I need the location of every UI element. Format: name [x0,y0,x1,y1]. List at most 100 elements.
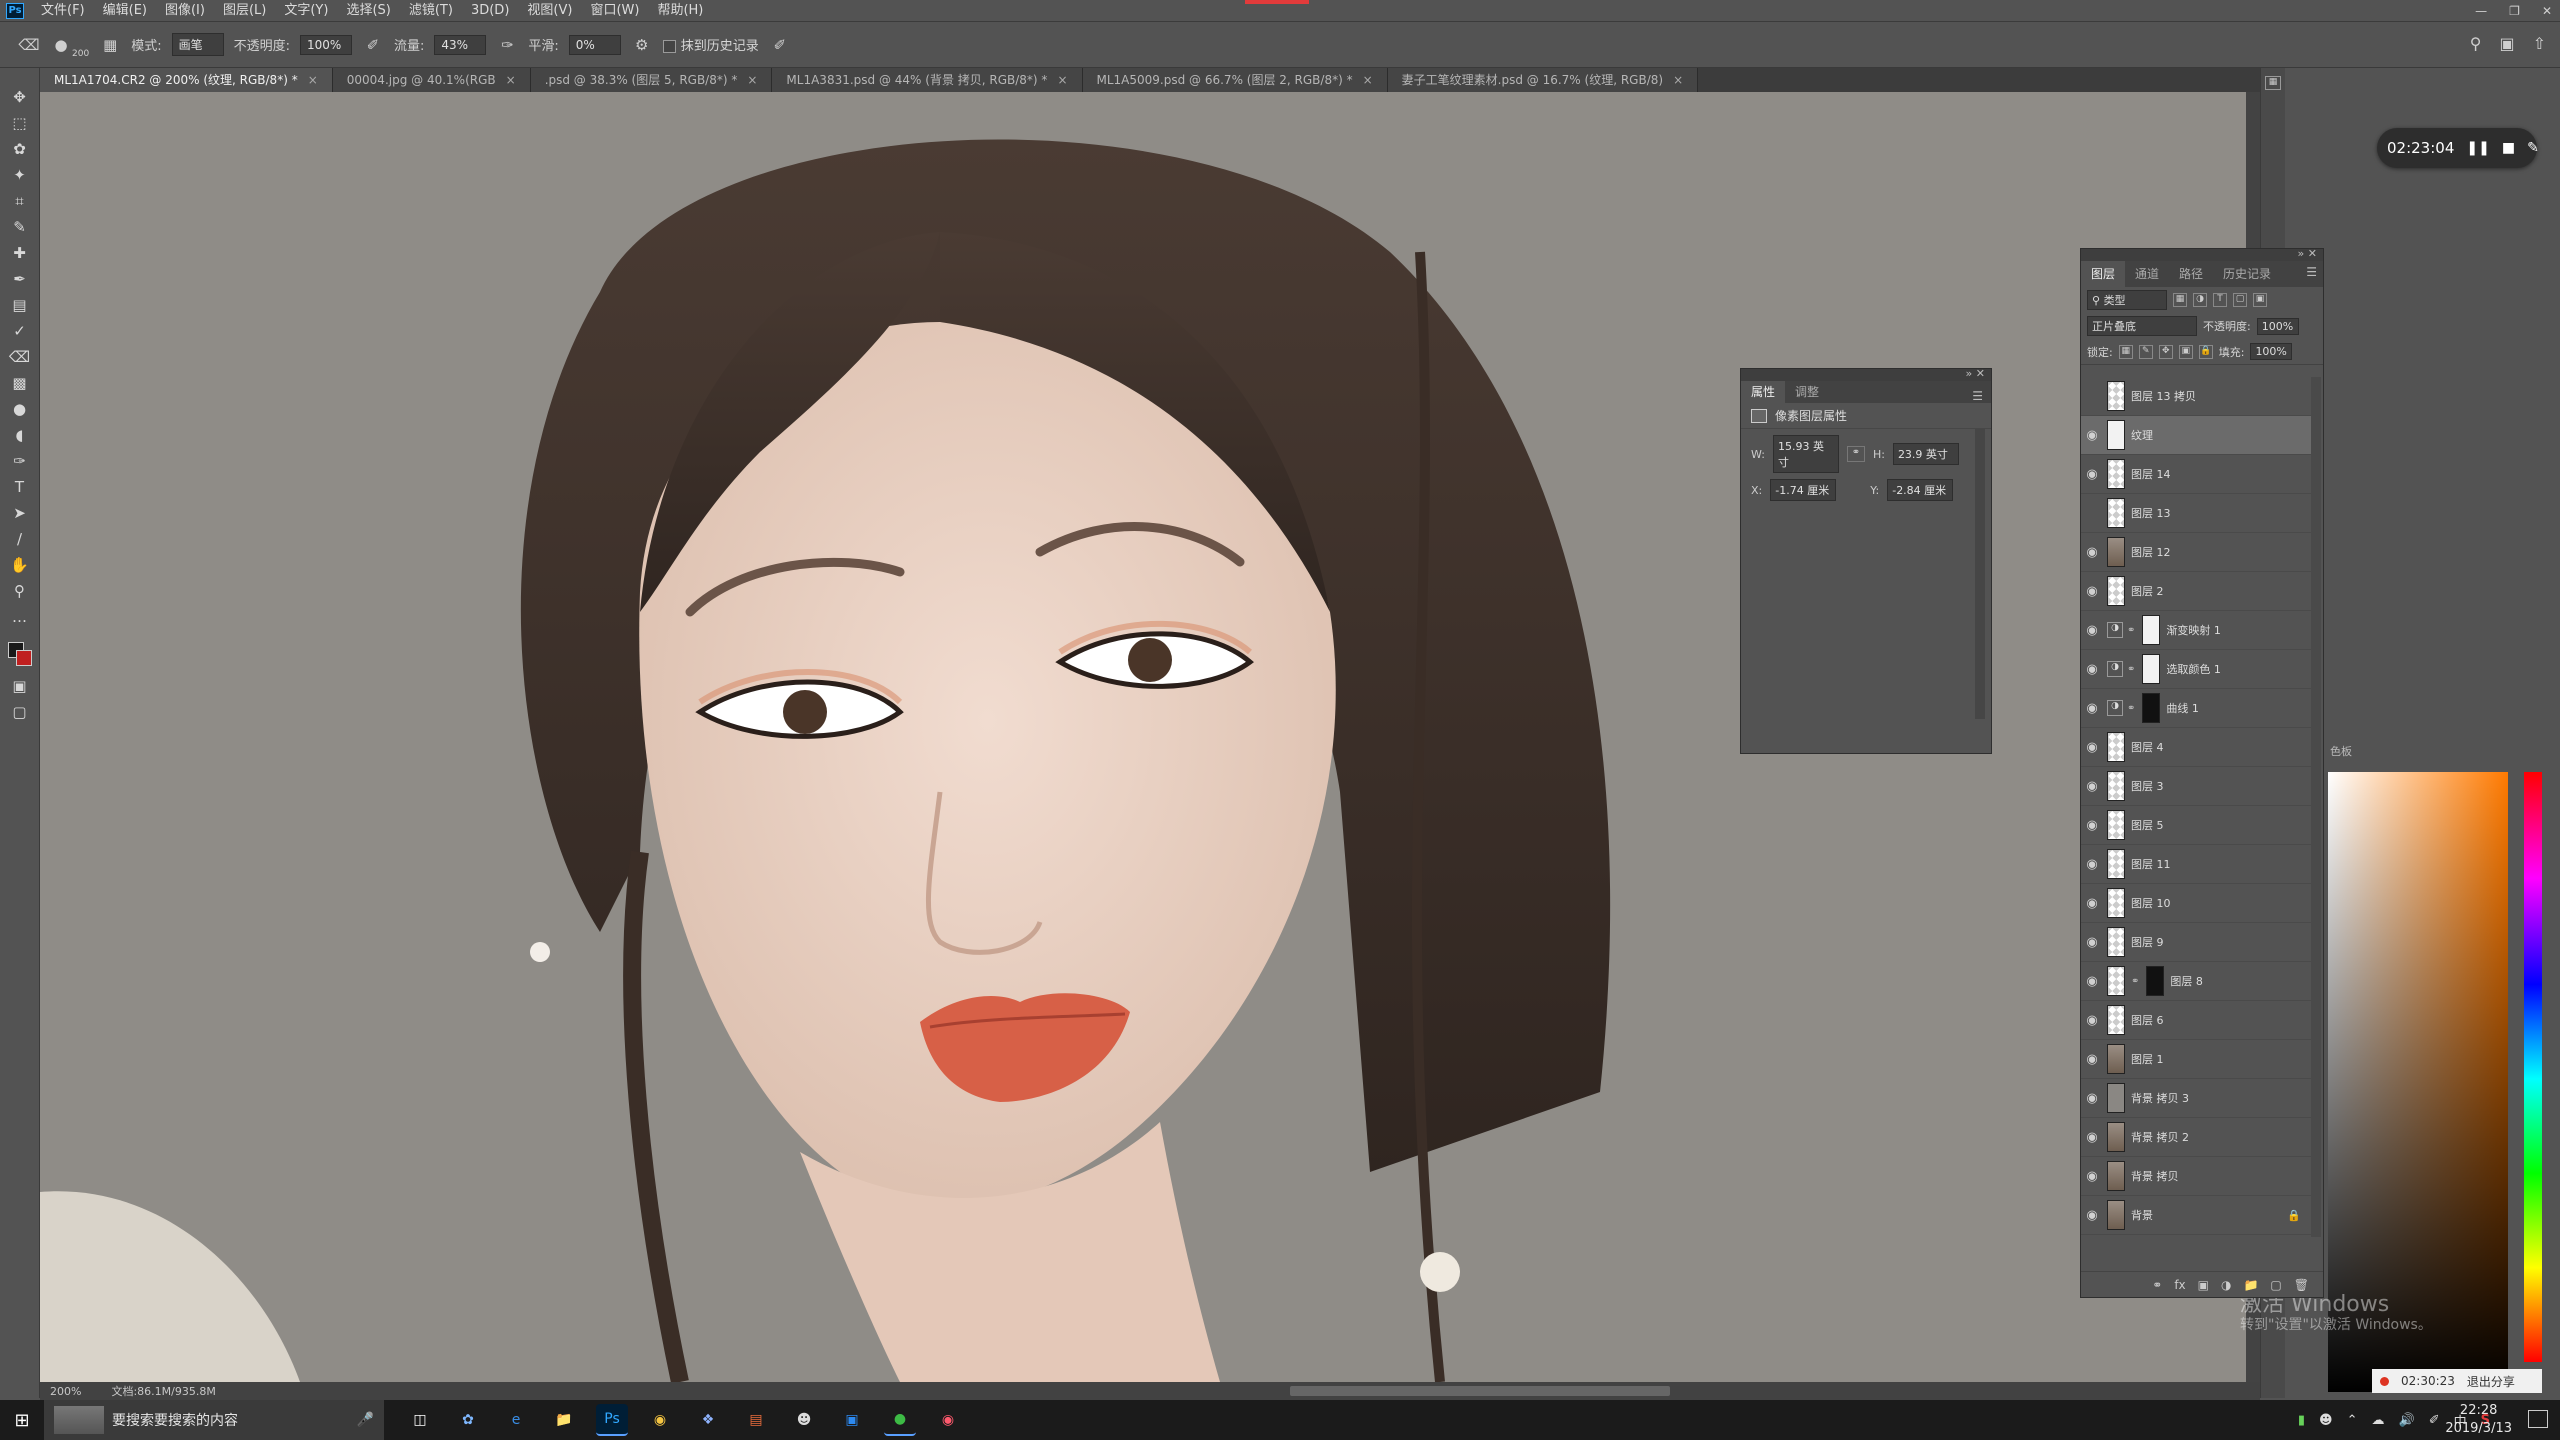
filter-pixel-icon[interactable]: ▦ [2173,293,2187,307]
blur-tool-icon[interactable]: ● [7,400,33,418]
layers-scrollbar[interactable] [2311,377,2321,1237]
opacity-input[interactable]: 100% [299,34,352,55]
mail-app-icon[interactable]: ❖ [692,1404,724,1436]
office-app-icon[interactable]: ▤ [740,1404,772,1436]
restore-icon[interactable]: ❐ [2509,4,2520,18]
tray-expand-icon[interactable]: ⌃ [2347,1413,2358,1428]
panel-close-icon[interactable]: » ✕ [1966,367,1985,380]
layer-row[interactable]: ◉ 图层 1 [2081,1040,2311,1079]
layer-row[interactable]: ◉ 纹理 [2081,416,2311,455]
visibility-eye-icon[interactable]: ◉ [2081,467,2103,482]
brush-preset-icon[interactable]: ● [50,34,72,56]
lock-position-icon[interactable]: ✥ [2158,344,2173,359]
task-view-icon[interactable]: ◫ [404,1404,436,1436]
flow-input[interactable]: 43% [434,34,487,55]
pressure-size-icon[interactable]: ✐ [769,34,791,56]
visibility-eye-icon[interactable]: ◉ [2081,1169,2103,1184]
tab-close-icon[interactable]: × [747,73,757,87]
app-pinwheel-icon[interactable]: ✿ [452,1404,484,1436]
volume-icon[interactable]: 🔊 [2399,1413,2415,1428]
lock-icon[interactable]: 🔒 [2287,1209,2301,1222]
canvas-horizontal-scrollbar[interactable] [1290,1386,1670,1396]
history-checkbox-wrap[interactable]: 抹到历史记录 [662,35,759,54]
properties-scrollbar[interactable] [1975,429,1985,719]
chain-icon[interactable]: ⚭ [2127,664,2135,675]
marquee-tool-icon[interactable]: ⬚ [7,114,33,132]
people-icon[interactable]: ☻ [2319,1413,2333,1428]
visibility-eye-icon[interactable]: ◉ [2081,1091,2103,1106]
tab-properties[interactable]: 属性 [1741,381,1786,403]
layer-row[interactable]: ◉ 图层 13 拷贝 [2081,377,2311,416]
start-button[interactable]: ⊞ [0,1400,44,1440]
layer-row[interactable]: ◉ ⚭ 图层 8 [2081,962,2311,1001]
layer-row[interactable]: ◉ ◑ ⚭ 渐变映射 1 [2081,611,2311,650]
recorder-app-icon[interactable]: ◉ [932,1404,964,1436]
document-size[interactable]: 文档:86.1M/935.8M [111,1383,215,1399]
layers-menu-icon[interactable]: ☰ [2306,265,2317,279]
tab-adjustments[interactable]: 调整 [1785,381,1829,403]
media-app-icon[interactable]: ☻ [788,1404,820,1436]
menu-item-1[interactable]: 编辑(E) [94,0,156,22]
layer-row[interactable]: ◉ 背景 拷贝 3 [2081,1079,2311,1118]
visibility-eye-icon[interactable]: ◉ [2081,1208,2103,1223]
lock-all-icon[interactable]: 🔒 [2198,344,2213,359]
link-icon[interactable]: ⚭ [1846,446,1865,462]
layers-titlebar[interactable]: » ✕ [2081,247,2323,261]
menu-item-10[interactable]: 帮助(H) [648,0,712,22]
visibility-eye-icon[interactable]: ◉ [2081,857,2103,872]
battery-icon[interactable]: ▮ [2298,1413,2305,1428]
menu-item-4[interactable]: 文字(Y) [275,0,337,22]
airbrush-icon[interactable]: ✑ [496,34,518,56]
pen-tray-icon[interactable]: ✐ [2429,1413,2440,1428]
visibility-eye-icon[interactable]: ◉ [2081,935,2103,950]
add-mask-icon[interactable]: ▣ [2198,1278,2209,1292]
layer-row[interactable]: ◉ 图层 9 [2081,923,2311,962]
lock-artboard-icon[interactable]: ▣ [2178,344,2193,359]
microphone-icon[interactable]: 🎤 [357,1412,374,1428]
layer-filter-select[interactable]: ⚲ 类型 [2087,290,2167,310]
new-group-icon[interactable]: 📁 [2243,1278,2258,1292]
history-brush-tool-icon[interactable]: ✓ [7,322,33,340]
layers-tab-2[interactable]: 路径 [2169,261,2213,287]
layer-mask-thumbnail[interactable] [2146,966,2165,996]
quick-mask-icon[interactable]: ▣ [7,677,33,695]
h-input[interactable]: 23.9 英寸 [1892,443,1959,465]
tab-close-icon[interactable]: × [1057,73,1067,87]
minimize-icon[interactable]: — [2475,4,2487,18]
chain-icon[interactable]: ⚭ [2127,703,2135,714]
menu-item-8[interactable]: 视图(V) [518,0,581,22]
layer-row[interactable]: ◉ 图层 2 [2081,572,2311,611]
search-icon[interactable]: ⚲ [2470,34,2482,53]
layer-row[interactable]: ◉ 图层 5 [2081,806,2311,845]
visibility-eye-icon[interactable]: ◉ [2081,740,2103,755]
history-checkbox[interactable] [662,40,676,53]
visibility-eye-icon[interactable]: ◉ [2081,389,2103,404]
layer-row[interactable]: ◉ 图层 10 [2081,884,2311,923]
blend-mode-select[interactable]: 正片叠底 [2087,316,2197,336]
menu-item-0[interactable]: 文件(F) [32,0,94,22]
visibility-eye-icon[interactable]: ◉ [2081,818,2103,833]
taskbar-search[interactable]: 要搜索要搜索的内容 🎤 [44,1400,384,1440]
zoom-tool-icon[interactable]: ⚲ [7,582,33,600]
taskbar-clock[interactable]: 22:28 2019/3/13 [2445,1402,2512,1438]
adjustment-layer-icon[interactable]: ◑ [2221,1278,2231,1292]
document-tab[interactable]: ML1A5009.psd @ 66.7% (图层 2, RGB/8*) * × [1082,68,1388,92]
screen-mode-icon[interactable]: ▢ [7,703,33,721]
workspace-icon[interactable]: ▣ [2499,34,2514,53]
layer-row[interactable]: ◉ ◑ ⚭ 选取颜色 1 [2081,650,2311,689]
line-tool-icon[interactable]: ∕ [7,530,33,548]
pressure-opacity-icon[interactable]: ✐ [362,34,384,56]
layers-tab-0[interactable]: 图层 [2081,261,2126,287]
layer-row[interactable]: ◉ 图层 6 [2081,1001,2311,1040]
visibility-eye-icon[interactable]: ◉ [2081,1013,2103,1028]
layers-tab-1[interactable]: 通道 [2125,261,2169,287]
visibility-eye-icon[interactable]: ◉ [2081,701,2103,716]
menu-item-2[interactable]: 图像(I) [156,0,214,22]
visibility-eye-icon[interactable]: ◉ [2081,584,2103,599]
file-explorer-icon[interactable]: 📁 [548,1404,580,1436]
healing-tool-icon[interactable]: ✚ [7,244,33,262]
dodge-tool-icon[interactable]: ◖ [7,426,33,444]
filter-adjust-icon[interactable]: ◑ [2193,293,2207,307]
layers-tab-3[interactable]: 历史记录 [2213,261,2281,287]
notifications-icon[interactable] [2528,1410,2548,1428]
